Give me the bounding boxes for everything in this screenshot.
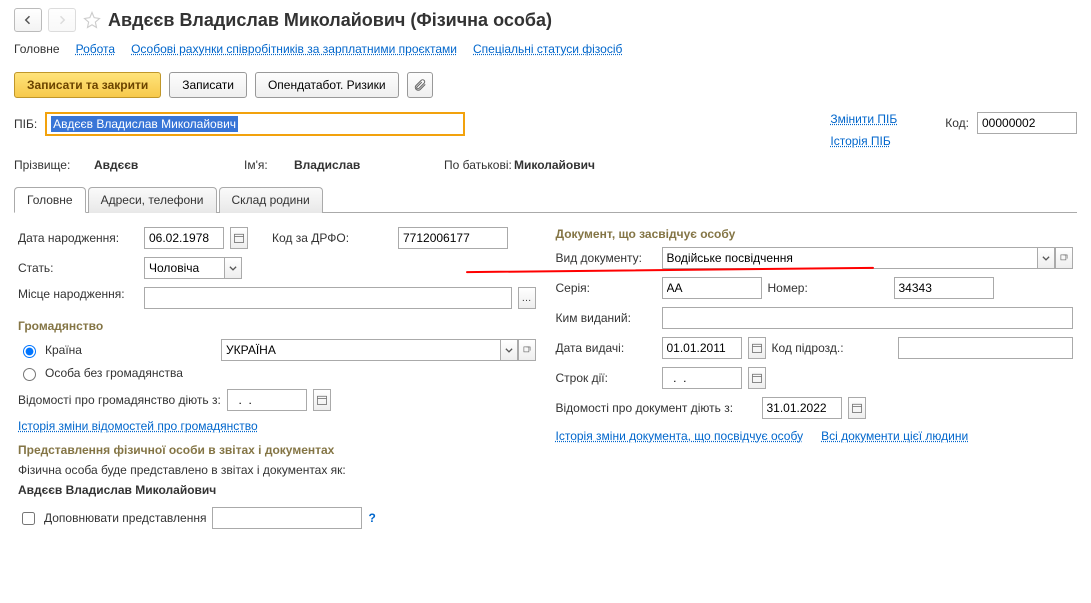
citizenship-title: Громадянство xyxy=(18,319,536,333)
patronymic-label: По батькові: xyxy=(444,158,504,172)
tab-family[interactable]: Склад родини xyxy=(219,187,323,213)
cit-history-link[interactable]: Історія зміни відомостей про громадянств… xyxy=(18,419,258,433)
term-label: Строк дії: xyxy=(556,371,656,385)
open-icon xyxy=(522,345,532,355)
doctype-dropdown-button[interactable] xyxy=(1037,247,1055,269)
opendatabot-button[interactable]: Опендатабот. Ризики xyxy=(255,72,399,98)
navtab-work[interactable]: Робота xyxy=(76,42,115,56)
doc-history-link[interactable]: Історія зміни документа, що посвідчує ос… xyxy=(556,429,804,443)
paperclip-icon xyxy=(413,78,427,92)
number-label: Номер: xyxy=(768,281,888,295)
code-input[interactable] xyxy=(977,112,1077,134)
save-close-button[interactable]: Записати та закрити xyxy=(14,72,161,98)
firstname-label: Ім'я: xyxy=(244,158,284,172)
doc-title: Документ, що засвідчує особу xyxy=(556,227,1074,241)
pib-label: ПІБ: xyxy=(14,117,37,131)
radio-country[interactable] xyxy=(23,345,36,358)
number-input[interactable] xyxy=(894,277,994,299)
repr-input[interactable] xyxy=(212,507,362,529)
arrow-right-icon xyxy=(56,14,68,26)
navtab-main[interactable]: Головне xyxy=(14,42,60,56)
issued-label: Ким виданий: xyxy=(556,311,656,325)
sex-dropdown-button[interactable] xyxy=(224,257,242,279)
tab-main[interactable]: Головне xyxy=(14,187,86,213)
term-input[interactable] xyxy=(662,367,742,389)
nav-back-button[interactable] xyxy=(14,8,42,32)
doc-valid-label: Відомості про документ діють з: xyxy=(556,401,756,415)
radio-stateless[interactable] xyxy=(23,368,36,381)
tab-addresses[interactable]: Адреси, телефони xyxy=(88,187,217,213)
drfo-input[interactable] xyxy=(398,227,508,249)
country-input[interactable] xyxy=(221,339,500,361)
sex-label: Стать: xyxy=(18,261,138,275)
calendar-icon xyxy=(233,232,245,244)
save-button[interactable]: Записати xyxy=(169,72,247,98)
navtab-statuses[interactable]: Спеціальні статуси фізосіб xyxy=(473,42,622,56)
attach-button[interactable] xyxy=(407,72,433,98)
birthplace-more-button[interactable]: … xyxy=(518,287,536,309)
dob-input[interactable] xyxy=(144,227,224,249)
doctype-input[interactable] xyxy=(662,247,1038,269)
pib-input[interactable]: Авдєєв Владислав Миколайович xyxy=(45,112,465,136)
cit-valid-calendar-button[interactable] xyxy=(313,389,331,411)
issue-date-input[interactable] xyxy=(662,337,742,359)
series-input[interactable] xyxy=(662,277,762,299)
patronymic-value: Миколайович xyxy=(514,158,654,172)
open-icon xyxy=(1059,253,1069,263)
sex-select[interactable] xyxy=(144,257,224,279)
repr-checkbox[interactable] xyxy=(22,512,35,525)
page-title: Авдєєв Владислав Миколайович (Фізична ос… xyxy=(108,10,552,31)
history-pib-link[interactable]: Історія ПІБ xyxy=(830,134,897,148)
calendar-icon xyxy=(851,402,863,414)
calendar-icon xyxy=(316,394,328,406)
nav-forward-button xyxy=(48,8,76,32)
country-open-button[interactable] xyxy=(518,339,536,361)
drfo-label: Код за ДРФО: xyxy=(272,231,392,245)
repr-value: Авдєєв Владислав Миколайович xyxy=(18,483,536,497)
surname-value: Авдєєв xyxy=(94,158,234,172)
firstname-value: Владислав xyxy=(294,158,434,172)
repr-title: Представлення фізичної особи в звітах і … xyxy=(18,443,536,457)
calendar-icon xyxy=(751,342,763,354)
doctype-label: Вид документу: xyxy=(556,251,656,265)
repr-text: Фізична особа буде представлено в звітах… xyxy=(18,463,536,477)
chevron-down-icon xyxy=(228,263,238,273)
birthplace-input[interactable] xyxy=(144,287,512,309)
repr-check-label: Доповнювати представлення xyxy=(44,511,206,525)
calendar-icon xyxy=(751,372,763,384)
dob-calendar-button[interactable] xyxy=(230,227,248,249)
radio-stateless-label: Особа без громадянства xyxy=(45,366,183,380)
issued-input[interactable] xyxy=(662,307,1074,329)
repr-help-icon[interactable]: ? xyxy=(368,511,375,525)
doc-valid-input[interactable] xyxy=(762,397,842,419)
code-label: Код: xyxy=(945,116,969,130)
cit-valid-input[interactable] xyxy=(227,389,307,411)
issue-date-label: Дата видачі: xyxy=(556,341,656,355)
dept-label: Код підрозд.: xyxy=(772,341,892,355)
radio-country-label: Країна xyxy=(45,343,215,357)
dept-input[interactable] xyxy=(898,337,1074,359)
doctype-open-button[interactable] xyxy=(1055,247,1073,269)
chevron-down-icon xyxy=(504,345,514,355)
change-pib-link[interactable]: Змінити ПІБ xyxy=(830,112,897,126)
surname-label: Прізвище: xyxy=(14,158,84,172)
all-docs-link[interactable]: Всі документи цієї людини xyxy=(821,429,968,443)
series-label: Серія: xyxy=(556,281,656,295)
favorite-star-icon[interactable] xyxy=(82,10,102,30)
doc-valid-calendar-button[interactable] xyxy=(848,397,866,419)
dob-label: Дата народження: xyxy=(18,231,138,245)
birthplace-label: Місце народження: xyxy=(18,287,138,301)
cit-valid-label: Відомості про громадянство діють з: xyxy=(18,393,221,407)
navtab-accounts[interactable]: Особові рахунки співробітників за зарпла… xyxy=(131,42,457,56)
chevron-down-icon xyxy=(1041,253,1051,263)
arrow-left-icon xyxy=(22,14,34,26)
pib-value: Авдєєв Владислав Миколайович xyxy=(51,116,238,132)
term-calendar-button[interactable] xyxy=(748,367,766,389)
country-dropdown-button[interactable] xyxy=(500,339,518,361)
issue-date-calendar-button[interactable] xyxy=(748,337,766,359)
